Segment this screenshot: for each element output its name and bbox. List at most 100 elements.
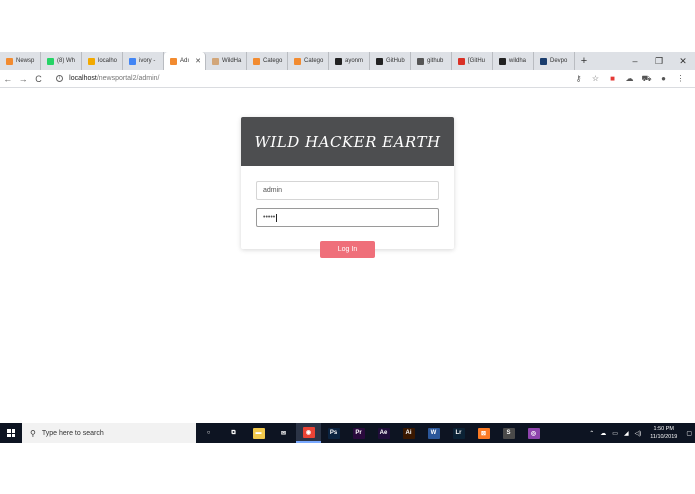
username-field[interactable]: admin xyxy=(256,181,439,200)
tab-favicon-icon xyxy=(47,57,54,65)
tab-favicon-icon xyxy=(294,57,301,65)
tab-favicon-icon xyxy=(417,57,424,65)
clock-time: 1:50 PM xyxy=(653,426,674,432)
tab-favicon-icon xyxy=(212,57,219,65)
browser-tab[interactable]: (8) Wh xyxy=(41,52,82,70)
site-title: WILD HACKER EARTH xyxy=(254,132,441,151)
tab-favicon-icon xyxy=(129,57,136,65)
close-window-button[interactable]: ✕ xyxy=(671,56,695,67)
illustrator-icon: Ai xyxy=(402,427,415,439)
window-controls: – ❐ ✕ xyxy=(623,56,695,67)
volume-icon[interactable]: ◁) xyxy=(635,430,642,437)
taskbar-search[interactable]: ⚲ Type here to search xyxy=(22,423,196,443)
taskbar-app[interactable]: ⧉ xyxy=(221,423,246,443)
search-placeholder: Type here to search xyxy=(41,429,104,437)
browser-tab[interactable]: Adı ✕ xyxy=(164,52,206,70)
browser-tab[interactable]: Newsp xyxy=(0,52,41,70)
after-effects-icon: Ae xyxy=(377,427,390,439)
back-button[interactable]: ← xyxy=(0,74,15,84)
taskbar-app[interactable]: W xyxy=(421,423,446,443)
taskbar-app[interactable]: Ae xyxy=(371,423,396,443)
forward-button[interactable]: → xyxy=(15,74,30,84)
browser-tab[interactable]: Devpo xyxy=(534,52,575,70)
browser-tab[interactable]: [GitHu xyxy=(452,52,493,70)
network-icon[interactable]: ◢ xyxy=(624,430,629,437)
tab-favicon-icon xyxy=(540,57,547,65)
browser-tab[interactable]: wildha xyxy=(493,52,534,70)
tab-favicon-icon xyxy=(6,57,13,65)
taskbar-app[interactable]: S xyxy=(496,423,521,443)
close-tab-icon[interactable]: ✕ xyxy=(195,57,201,65)
browser-tab[interactable]: localho xyxy=(82,52,123,70)
cart-icon[interactable]: ⛟ xyxy=(638,74,655,84)
menu-icon[interactable]: ⋮ xyxy=(672,74,689,83)
tab-label: GitHub xyxy=(386,58,405,64)
minimize-button[interactable]: – xyxy=(623,56,647,67)
taskbar-app[interactable]: Lr xyxy=(446,423,471,443)
tab-label: wildha xyxy=(509,58,527,64)
start-button[interactable] xyxy=(0,423,22,443)
battery-icon[interactable]: ▭ xyxy=(612,430,618,437)
extension-red-icon[interactable]: ■ xyxy=(604,74,621,83)
browser-tab[interactable]: Catego xyxy=(288,52,329,70)
taskbar-app[interactable]: Ps xyxy=(321,423,346,443)
tab-label: Adı xyxy=(180,58,190,64)
onedrive-icon[interactable]: ☁ xyxy=(600,430,606,437)
taskbar-app[interactable]: ⊠ xyxy=(471,423,496,443)
taskbar-app[interactable]: ○ xyxy=(196,423,221,443)
password-field[interactable]: ••••• xyxy=(256,208,439,227)
tab-label: github xyxy=(427,58,444,64)
star-icon[interactable]: ☆ xyxy=(587,74,604,83)
browser-tab[interactable]: ayonm xyxy=(329,52,370,70)
tab-label: (8) Wh xyxy=(57,58,75,64)
mail-icon: ✉ xyxy=(280,430,287,437)
info-icon[interactable]: i xyxy=(56,75,64,82)
word-icon: W xyxy=(427,427,440,439)
browser-tab[interactable]: WildHa xyxy=(206,52,247,70)
tab-favicon-icon xyxy=(335,57,342,65)
taskbar-app[interactable]: ◎ xyxy=(521,423,546,443)
text-caret xyxy=(276,213,278,222)
new-tab-button[interactable]: + xyxy=(575,52,593,70)
photoshop-icon: Ps xyxy=(327,427,340,439)
reload-button[interactable]: C xyxy=(31,74,46,84)
profile-avatar[interactable]: ● xyxy=(655,74,672,83)
sublime-icon: S xyxy=(502,427,515,439)
chevron-up-icon[interactable]: ⌃ xyxy=(589,430,594,437)
tab-favicon-icon xyxy=(88,57,95,65)
taskbar-app[interactable]: Pr xyxy=(346,423,371,443)
notifications-icon[interactable]: ▢ xyxy=(686,430,692,437)
url-host: localhost xyxy=(69,75,97,82)
maximize-button[interactable]: ❐ xyxy=(647,56,671,67)
tab-label: [GitHu xyxy=(468,58,486,64)
tab-label: ayonm xyxy=(345,58,364,64)
task-view-icon: ⧉ xyxy=(231,429,236,436)
tab-favicon-icon xyxy=(458,57,465,65)
clock[interactable]: 1:50 PM 11/10/2019 xyxy=(650,425,677,441)
browser-tab[interactable]: ivory - xyxy=(123,52,164,70)
taskbar-app[interactable]: ◉ xyxy=(296,423,321,443)
key-icon[interactable]: ⚷ xyxy=(570,74,587,83)
taskbar-app[interactable]: ▬ xyxy=(246,423,271,443)
browser-tab[interactable]: github xyxy=(411,52,452,70)
taskbar-app[interactable]: ✉ xyxy=(271,423,296,443)
screen: Newsp (8) Wh localho ivory - Adı ✕ WildHa Categ… xyxy=(0,0,695,494)
browser-tab[interactable]: Catego xyxy=(247,52,288,70)
password-value: ••••• xyxy=(263,214,276,221)
tab-favicon-icon xyxy=(253,57,260,65)
login-card-header: WILD HACKER EARTH xyxy=(241,117,454,166)
login-button[interactable]: Log In xyxy=(320,241,375,258)
premiere-icon: Pr xyxy=(352,427,365,439)
browser-tab[interactable]: GitHub xyxy=(370,52,411,70)
chrome-icon: ◉ xyxy=(302,426,315,438)
windows-icon xyxy=(7,429,15,437)
tab-label: Newsp xyxy=(16,58,35,64)
cloud-icon[interactable]: ☁ xyxy=(621,74,638,83)
taskbar-app[interactable]: Ai xyxy=(396,423,421,443)
tab-favicon-icon xyxy=(376,57,383,65)
address-bar[interactable]: i localhost/newsportal2/admin/ xyxy=(50,72,570,86)
tab-favicon-icon xyxy=(170,57,177,65)
browser-tab-strip: Newsp (8) Wh localho ivory - Adı ✕ WildHa Categ… xyxy=(0,52,695,70)
lightroom-icon: Lr xyxy=(452,427,465,439)
login-card: WILD HACKER EARTH admin ••••• xyxy=(241,117,454,249)
